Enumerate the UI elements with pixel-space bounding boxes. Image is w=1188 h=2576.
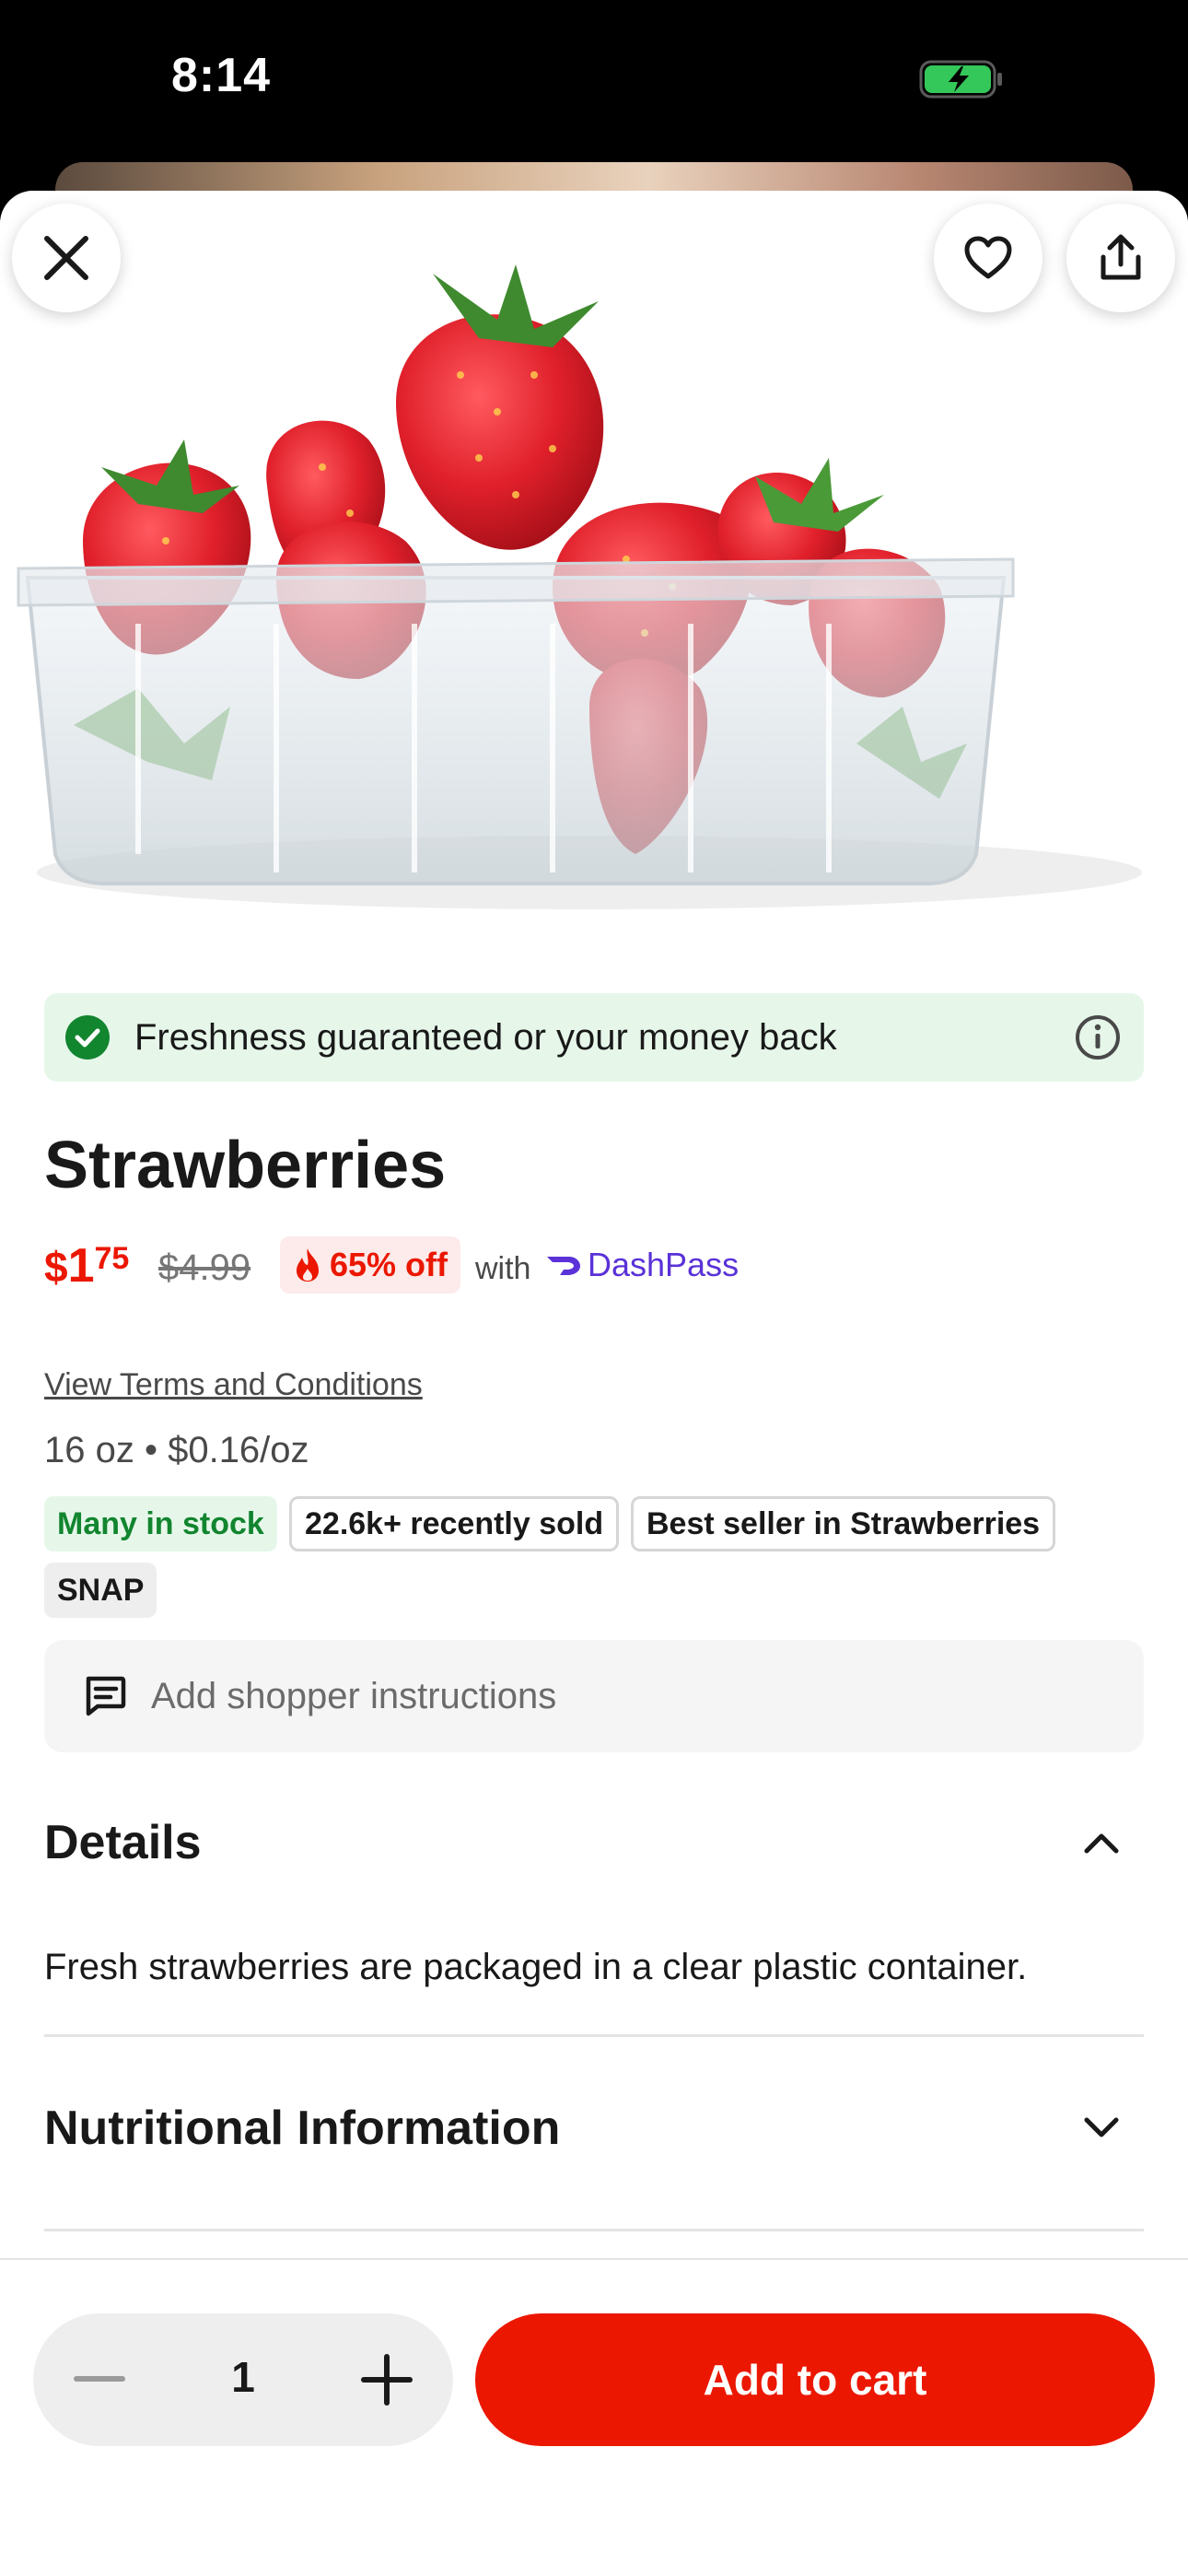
divider [44,2034,1144,2037]
price-row: $175 $4.99 65% off with DashPass [44,1229,1144,1294]
info-icon[interactable] [1074,1013,1122,1061]
chevron-up-icon [1084,1833,1119,1854]
dashpass-logo-icon [547,1257,580,1275]
price-currency: $ [44,1243,68,1291]
size-info: 16 oz • $0.16/oz [44,1430,309,1470]
close-icon [44,236,88,280]
dashpass-label: DashPass [545,1246,739,1284]
status-bar: 8:14 [0,0,1188,162]
tag-best-seller[interactable]: Best seller in Strawberries [631,1496,1056,1551]
freshness-banner[interactable]: Freshness guaranteed or your money back [44,993,1144,1082]
plus-icon [361,2354,413,2406]
favorite-button[interactable] [934,204,1042,312]
shopper-instructions-field[interactable]: Add shopper instructions [44,1640,1144,1752]
instructions-placeholder: Add shopper instructions [151,1675,557,1716]
discount-badge: 65% off [280,1236,461,1294]
tag-recently-sold: 22.6k+ recently sold [289,1496,620,1551]
discount-text: 65% off [330,1246,448,1283]
product-title: Strawberries [44,1129,447,1202]
current-price: $175 [44,1229,130,1293]
add-to-cart-bar: 1 Add to cart [0,2258,1188,2576]
nutrition-header[interactable]: Nutritional Information [44,2101,1144,2156]
freshness-text: Freshness guaranteed or your money back [134,1016,837,1058]
details-title: Details [44,1816,202,1869]
share-button[interactable] [1066,204,1175,312]
heart-icon [964,236,1012,279]
divider [44,2229,1144,2231]
increase-quantity-button[interactable] [357,2350,416,2409]
dashpass-text: DashPass [588,1246,740,1283]
price-cents: 75 [94,1241,130,1276]
details-body: Fresh strawberries are packaged in a cle… [44,1947,1028,1987]
share-icon [1101,234,1141,280]
with-label: with [475,1251,531,1286]
check-circle-icon [65,1015,110,1060]
flame-icon [297,1248,319,1282]
add-to-cart-button[interactable]: Add to cart [475,2313,1155,2446]
battery-charging-icon [919,60,1002,99]
chevron-down-icon [1084,2117,1119,2137]
quantity-stepper: 1 [33,2313,453,2446]
message-icon [86,1676,126,1716]
tag-stock: Many in stock [44,1496,277,1551]
close-button[interactable] [12,204,121,312]
details-header[interactable]: Details [44,1815,1144,1870]
status-time: 8:14 [171,49,272,102]
terms-link[interactable]: View Terms and Conditions [44,1367,423,1403]
nutrition-title: Nutritional Information [44,2102,561,2155]
tag-snap: SNAP [44,1563,157,1618]
price-whole: 1 [67,1239,95,1293]
original-price: $4.99 [158,1247,251,1288]
